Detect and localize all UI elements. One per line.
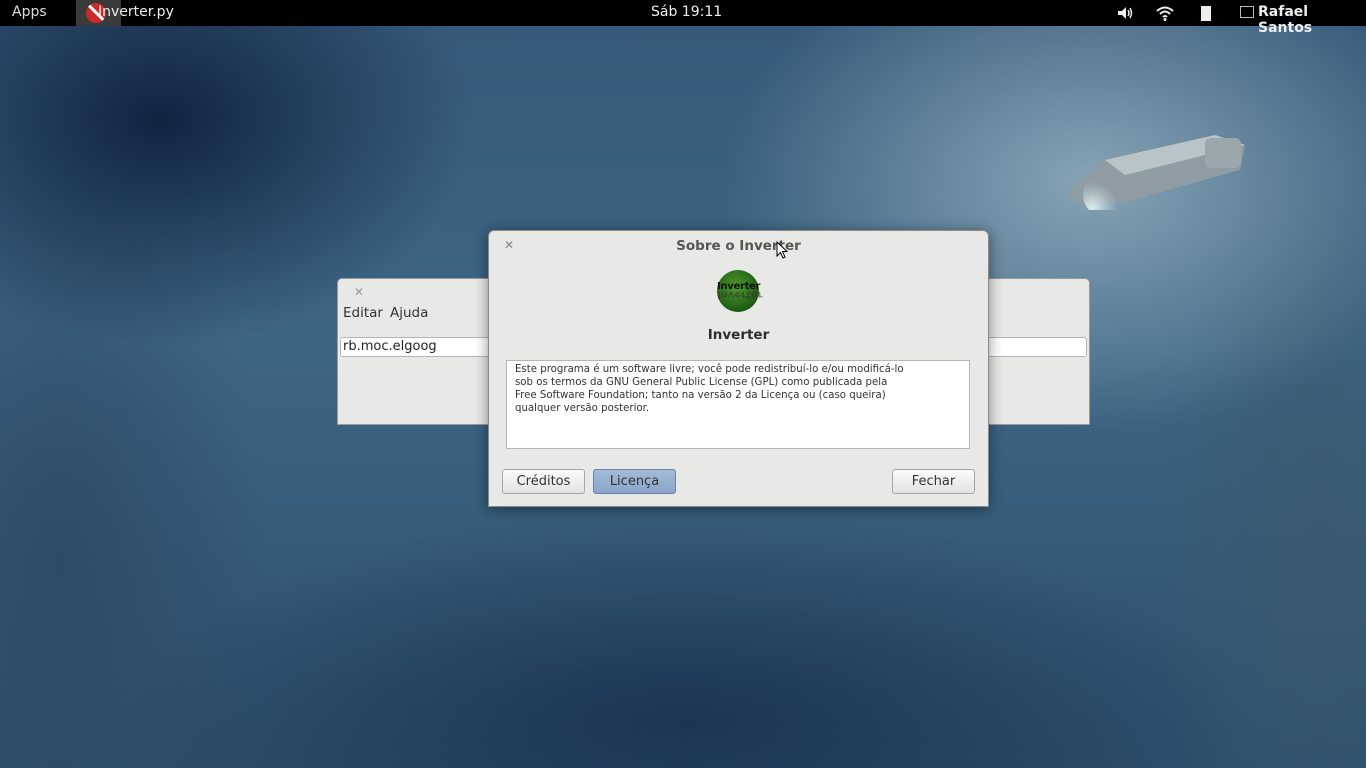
app-menu-label[interactable]: Inverter.py: [98, 4, 174, 20]
dialog-title: Sobre o Inverter: [676, 238, 801, 254]
user-status-icon: [1240, 6, 1254, 18]
about-dialog: ✕ Sobre o Inverter Inverter Inverter Inv…: [488, 230, 989, 507]
battery-icon[interactable]: [1201, 6, 1211, 21]
program-name: Inverter: [707, 327, 770, 343]
user-menu[interactable]: Rafael Santos: [1258, 4, 1366, 36]
menu-edit[interactable]: Editar: [343, 305, 383, 321]
mouse-cursor-icon: [776, 241, 788, 259]
program-logo: Inverter Inverter: [717, 270, 763, 312]
license-line: sob os termos da GNU General Public Lice…: [515, 377, 888, 388]
main-window-close-icon[interactable]: ✕: [354, 285, 364, 299]
license-line: qualquer versão posterior.: [515, 403, 650, 414]
credits-button[interactable]: Créditos: [502, 469, 585, 494]
top-bar: Apps Inverter.py Sáb 19:11 Rafael Santos: [0, 0, 1366, 36]
spaceship-illustration: [1065, 135, 1245, 210]
close-button[interactable]: Fechar: [892, 469, 975, 494]
menu-help[interactable]: Ajuda: [390, 305, 428, 321]
license-button[interactable]: Licença: [593, 469, 676, 494]
clock[interactable]: Sáb 19:11: [651, 4, 722, 20]
license-line: Free Software Foundation; tanto na versã…: [515, 390, 886, 401]
volume-icon[interactable]: [1116, 4, 1134, 22]
apps-button[interactable]: Apps: [12, 4, 47, 20]
license-line: Este programa é um software livre; você …: [515, 364, 904, 375]
logo-text-reflection: Inverter: [717, 289, 763, 300]
wifi-icon[interactable]: [1156, 4, 1174, 22]
license-text-area[interactable]: Este programa é um software livre; você …: [506, 360, 970, 449]
